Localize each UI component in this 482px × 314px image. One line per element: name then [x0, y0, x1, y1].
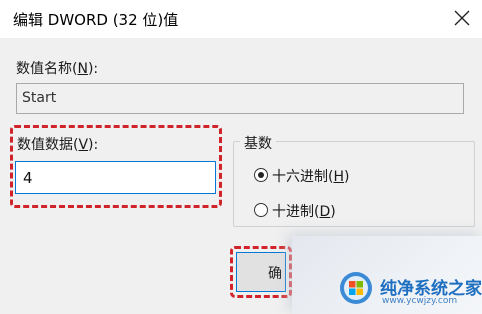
edit-dword-dialog: 编辑 DWORD (32 位)值 数值名称(N): Start 数值数据(V):… — [0, 0, 482, 314]
close-icon — [454, 10, 470, 26]
radio-button-icon — [254, 203, 268, 217]
radio-button-icon — [254, 168, 268, 182]
value-data-input[interactable] — [15, 161, 216, 194]
watermark-url: www.ycwjzy.com — [382, 296, 458, 306]
ok-button[interactable]: 确 — [236, 252, 286, 292]
value-data-label: 数值数据(V): — [17, 137, 99, 153]
base-group-box — [233, 141, 475, 227]
radio-decimal-label: 十进制(D) — [272, 204, 336, 220]
radio-hexadecimal-label: 十六进制(H) — [272, 169, 350, 185]
site-watermark: 纯净系统之家 www.ycwjzy.com — [292, 236, 482, 314]
close-button[interactable] — [448, 4, 476, 32]
watermark-logo-icon — [340, 272, 372, 304]
base-group-legend: 基数 — [240, 133, 276, 153]
value-name-label: 数值名称(N): — [16, 61, 99, 77]
value-name-field[interactable]: Start — [16, 83, 464, 114]
ok-button-label: 确 — [268, 266, 282, 282]
title-bar: 编辑 DWORD (32 位)值 — [0, 0, 482, 38]
dialog-title: 编辑 DWORD (32 位)值 — [13, 11, 179, 29]
radio-selected-dot — [258, 172, 264, 178]
